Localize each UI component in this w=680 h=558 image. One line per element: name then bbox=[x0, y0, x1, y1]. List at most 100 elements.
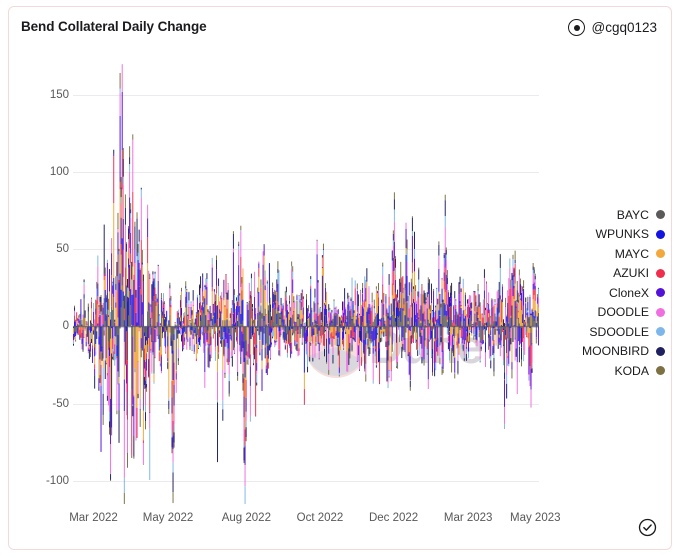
author-block[interactable]: @cgq0123 bbox=[568, 19, 657, 36]
series-bar bbox=[149, 303, 151, 327]
series-bar bbox=[116, 345, 118, 357]
series-bar bbox=[333, 301, 335, 308]
series-bar bbox=[133, 326, 135, 396]
series-bar bbox=[138, 286, 140, 327]
series-bar bbox=[497, 298, 499, 315]
series-bar bbox=[161, 305, 163, 312]
series-bar bbox=[246, 359, 248, 365]
series-bar bbox=[414, 326, 415, 332]
series-bar bbox=[334, 315, 336, 327]
series-bar bbox=[499, 254, 501, 268]
series-bar bbox=[429, 312, 431, 314]
series-bar bbox=[335, 314, 337, 327]
series-bar bbox=[353, 326, 355, 333]
series-bar bbox=[311, 310, 313, 312]
series-bar bbox=[278, 326, 280, 332]
series-bar bbox=[423, 321, 425, 327]
series-bar bbox=[525, 317, 527, 319]
series-bar bbox=[364, 307, 366, 327]
legend-item[interactable]: SDOODLE bbox=[565, 322, 665, 342]
series-bar bbox=[475, 322, 477, 327]
series-bar bbox=[236, 326, 238, 337]
series-bar bbox=[181, 335, 182, 342]
series-bar bbox=[421, 283, 423, 287]
series-bar bbox=[146, 383, 148, 388]
series-bar bbox=[123, 308, 125, 321]
series-bar bbox=[214, 326, 216, 332]
series-bar bbox=[230, 310, 232, 327]
series-bar bbox=[476, 311, 478, 321]
legend-item[interactable]: MOONBIRD bbox=[565, 342, 665, 362]
series-bar bbox=[219, 333, 221, 338]
series-bar bbox=[364, 339, 366, 355]
series-bar bbox=[112, 356, 114, 360]
series-bar bbox=[392, 285, 394, 299]
series-bar bbox=[189, 320, 191, 321]
series-bar bbox=[80, 311, 82, 320]
series-bar bbox=[411, 235, 413, 263]
series-bar bbox=[379, 318, 381, 321]
series-bar bbox=[174, 322, 176, 323]
series-bar bbox=[418, 267, 420, 270]
series-bar bbox=[451, 326, 453, 336]
series-bar bbox=[532, 273, 534, 284]
series-bar bbox=[182, 321, 184, 327]
series-bar bbox=[427, 326, 429, 340]
series-bar bbox=[325, 287, 327, 301]
series-bar bbox=[302, 314, 304, 322]
series-bar bbox=[241, 300, 243, 325]
series-bar bbox=[94, 326, 96, 348]
series-bar bbox=[470, 302, 472, 308]
series-bar bbox=[398, 317, 400, 319]
series-bar bbox=[112, 338, 114, 350]
series-bar bbox=[267, 305, 269, 311]
legend-item[interactable]: MAYC bbox=[565, 244, 665, 264]
series-bar bbox=[356, 326, 358, 362]
series-bar bbox=[171, 353, 173, 382]
series-bar bbox=[119, 273, 121, 327]
legend-item[interactable]: CloneX bbox=[565, 283, 665, 303]
legend-item[interactable]: AZUKI bbox=[565, 264, 665, 284]
legend-item[interactable]: DOODLE bbox=[565, 303, 665, 323]
series-bar bbox=[365, 326, 367, 333]
series-bar bbox=[205, 285, 207, 290]
series-bar bbox=[422, 294, 424, 314]
series-bar bbox=[304, 332, 306, 341]
series-bar bbox=[441, 279, 443, 289]
series-bar bbox=[120, 187, 122, 198]
series-bar bbox=[497, 289, 499, 291]
series-bar bbox=[189, 337, 191, 347]
series-bar bbox=[101, 346, 103, 349]
series-bar bbox=[75, 326, 77, 332]
series-bar bbox=[373, 299, 375, 307]
legend-item[interactable]: BAYC bbox=[565, 205, 665, 225]
series-bar bbox=[522, 286, 524, 292]
series-bar bbox=[250, 295, 252, 319]
series-bar bbox=[224, 374, 226, 379]
legend-item[interactable]: KODA bbox=[565, 361, 665, 381]
series-bar bbox=[362, 306, 364, 323]
series-bar bbox=[190, 331, 192, 335]
series-bar bbox=[451, 335, 453, 348]
series-bar bbox=[201, 329, 203, 335]
series-bar bbox=[447, 335, 449, 342]
series-bar bbox=[420, 327, 422, 333]
series-bar bbox=[232, 234, 234, 249]
series-bar bbox=[159, 365, 161, 367]
series-bar bbox=[202, 300, 204, 303]
series-bar bbox=[320, 323, 322, 325]
series-bar bbox=[277, 283, 279, 302]
series-bar bbox=[347, 292, 349, 299]
series-bar bbox=[206, 326, 208, 333]
series-bar bbox=[113, 156, 115, 204]
series-bar bbox=[425, 303, 427, 327]
series-bar bbox=[459, 329, 461, 330]
series-bar bbox=[526, 331, 528, 337]
series-bar bbox=[360, 302, 361, 317]
series-bar bbox=[489, 326, 491, 335]
series-bar bbox=[512, 254, 514, 259]
check-circle-icon[interactable] bbox=[638, 518, 657, 537]
legend-item[interactable]: WPUNKS bbox=[565, 225, 665, 245]
series-bar bbox=[509, 258, 511, 269]
series-bar bbox=[408, 352, 410, 375]
